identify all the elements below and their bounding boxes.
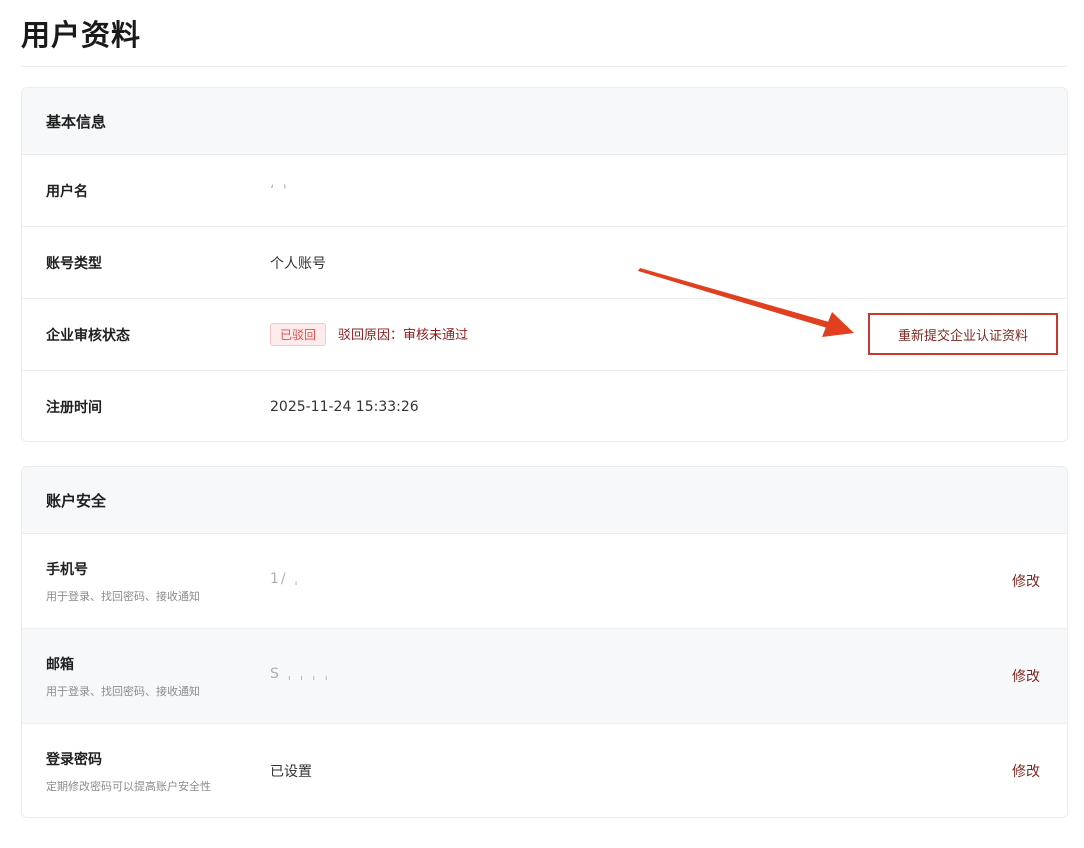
page-title: 用户资料 <box>21 18 142 52</box>
basic-info-card: 基本信息 用户名 ‘ ' 账号类型 个人账号 企业审核状态 已驳回 驳回原因：审核… <box>21 87 1068 442</box>
password-label: 登录密码 <box>46 752 102 768</box>
phone-label-group: 手机号 用于登录、找回密码、接收通知 <box>46 559 200 604</box>
register-time-label: 注册时间 <box>46 400 102 416</box>
account-type-value: 个人账号 <box>270 255 326 272</box>
email-modify-link[interactable]: 修改 <box>1012 666 1040 686</box>
reject-reason: 驳回原因：审核未通过 <box>338 328 469 343</box>
account-security-card: 账户安全 手机号 用于登录、找回密码、接收通知 1/ ˌ 修改 邮箱 用于登录、… <box>21 466 1068 818</box>
account-type-row: 账号类型 个人账号 <box>22 227 1067 299</box>
email-hint: 用于登录、找回密码、接收通知 <box>46 685 200 698</box>
password-hint: 定期修改密码可以提高账户安全性 <box>46 780 211 793</box>
basic-info-header: 基本信息 <box>22 88 1067 155</box>
phone-hint: 用于登录、找回密码、接收通知 <box>46 590 200 603</box>
username-value: ‘ ' <box>270 182 289 199</box>
phone-row: 手机号 用于登录、找回密码、接收通知 1/ ˌ 修改 <box>22 534 1067 629</box>
resubmit-enterprise-button[interactable]: 重新提交企业认证资料 <box>868 313 1058 355</box>
password-modify-link[interactable]: 修改 <box>1012 761 1040 781</box>
enterprise-status-row: 企业审核状态 已驳回 驳回原因：审核未通过 重新提交企业认证资料 <box>22 299 1067 371</box>
enterprise-status-value: 已驳回 驳回原因：审核未通过 <box>270 323 468 346</box>
register-time-value: 2025-11-24 15:33:26 <box>270 399 419 415</box>
register-time-row: 注册时间 2025-11-24 15:33:26 <box>22 371 1067 441</box>
email-row: 邮箱 用于登录、找回密码、接收通知 S ˌ ˌ ˌ ˌ 修改 <box>22 629 1067 724</box>
phone-label: 手机号 <box>46 562 88 578</box>
enterprise-status-label: 企业审核状态 <box>46 327 130 344</box>
password-label-group: 登录密码 定期修改密码可以提高账户安全性 <box>46 749 211 794</box>
username-row: 用户名 ‘ ' <box>22 155 1067 227</box>
email-value: S ˌ ˌ ˌ ˌ <box>270 666 331 682</box>
email-label: 邮箱 <box>46 657 74 673</box>
password-value: 已设置 <box>270 764 312 780</box>
account-security-header: 账户安全 <box>22 467 1067 534</box>
password-row: 登录密码 定期修改密码可以提高账户安全性 已设置 修改 <box>22 724 1067 817</box>
phone-value: 1/ ˌ <box>270 571 300 587</box>
email-label-group: 邮箱 用于登录、找回密码、接收通知 <box>46 654 200 699</box>
title-divider <box>21 66 1067 67</box>
username-label: 用户名 <box>46 183 88 200</box>
status-badge: 已驳回 <box>270 323 327 346</box>
phone-modify-link[interactable]: 修改 <box>1012 571 1040 591</box>
account-type-label: 账号类型 <box>46 255 102 272</box>
